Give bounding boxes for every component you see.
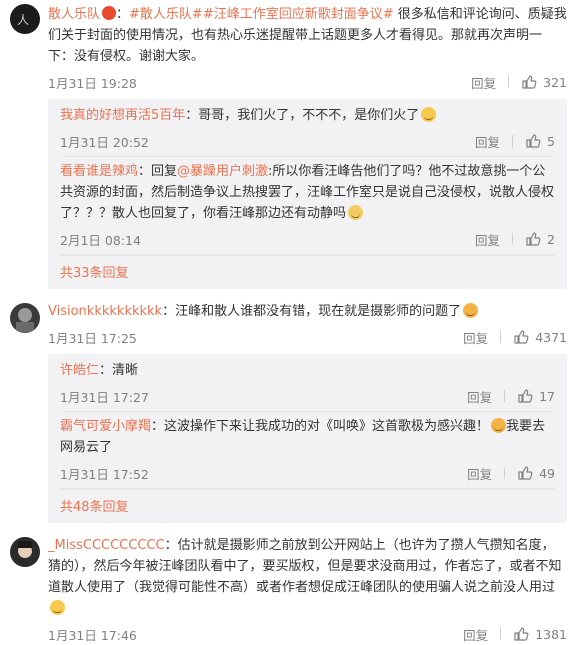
reply-button[interactable]: 回复 [471,73,496,92]
thumbs-up-icon [521,74,537,90]
divider [500,331,502,343]
divider [504,390,506,402]
sub-comment: 我真的好想再活5百年：哥哥，我们火了，不不不，是你们火了 1月31日 20:52… [60,101,555,157]
sub-comment-user[interactable]: 我真的好想再活5百年 [60,108,185,123]
thumbs-up-icon [513,329,529,345]
sub-comment: 许皓仁：清晰 1月31日 17:27 回复 17 [60,356,555,412]
comment: 人 散人乐队 ：#散人乐队##汪峰工作室回应新歌封面争议# 很多私信和评论询问、质… [0,0,579,289]
svg-text:人: 人 [17,13,29,27]
reply-button[interactable]: 回复 [475,230,500,249]
sub-comment-time: 1月31日 17:27 [60,389,149,405]
divider [508,76,510,88]
mention-link[interactable]: @暴躁用户刺激 [177,164,268,179]
more-replies-link[interactable]: 共33条回复 [60,255,555,289]
sub-comment: 霸气可爱小摩羯：这波操作下来让我成功的对《叫唤》这首歌极为感兴趣！ 我要去网易云了… [60,412,555,489]
like-button[interactable]: 2 [525,231,555,247]
reply-button[interactable]: 回复 [463,328,488,347]
sub-comment-time: 1月31日 17:52 [60,466,149,482]
avatar-photo-icon [16,308,34,333]
laugh-emoji-icon [50,600,65,615]
reply-button[interactable]: 回复 [467,464,492,483]
divider [504,467,506,479]
topic-link[interactable]: #散人乐队# [129,7,203,22]
divider [512,135,514,147]
cat-emoji-icon [491,418,507,433]
divider [500,628,502,640]
avatar[interactable]: 人 [10,4,40,34]
comment-user[interactable]: Visionkkkkkkkkkk [48,304,162,319]
sub-comment-text: ：这波操作下来让我成功的对《叫唤》这首歌极为感兴趣！ [151,419,490,434]
sub-comment-list: 我真的好想再活5百年：哥哥，我们火了，不不不，是你们火了 1月31日 20:52… [48,99,567,289]
sub-comment-user[interactable]: 许皓仁 [60,363,99,378]
thumbs-up-icon [517,388,533,404]
like-count: 321 [543,74,567,90]
sweat-emoji-icon [348,205,364,220]
avatar-photo-icon [10,537,40,567]
comment-time: 1月31日 19:28 [48,75,137,91]
avatar[interactable] [10,537,40,567]
thumbs-up-icon [517,465,533,481]
like-button[interactable]: 321 [521,74,567,90]
comment-time: 1月31日 17:25 [48,330,137,346]
comment-user[interactable]: 散人乐队 [48,7,100,22]
avatar[interactable] [10,303,40,333]
like-count: 4371 [535,329,567,345]
divider [512,233,514,245]
comment: _MissCCCCCCCCC：估计就是摄影师之前放到公开网站上（也许为了攒人气攒… [0,531,579,645]
sub-comment-user[interactable]: 看看谁是辣鸡 [60,164,138,179]
sub-comment-time: 2月1日 08:14 [60,232,141,248]
sub-comment-text: ：哥哥，我们火了，不不不，是你们火了 [185,108,420,123]
like-count: 2 [547,231,555,247]
comment-text: 汪峰和散人谁都没有错，现在就是摄影师的问题了 [175,304,462,319]
sub-comment: 看看谁是辣鸡：回复@暴躁用户刺激:所以你看汪峰告他们了吗？他不过故意挑一个公共资… [60,157,555,255]
verified-badge-icon [102,6,117,20]
like-button[interactable]: 5 [525,133,555,149]
comment-time: 1月31日 17:46 [48,627,137,643]
like-count: 5 [547,133,555,149]
sub-comment-user[interactable]: 霸气可爱小摩羯 [60,419,151,434]
comment: Visionkkkkkkkkkk：汪峰和散人谁都没有错，现在就是摄影师的问题了 … [0,297,579,523]
reply-button[interactable]: 回复 [475,132,500,151]
thumbs-up-icon [525,231,541,247]
laugh-emoji-icon [421,107,437,122]
like-button[interactable]: 4371 [513,329,567,345]
sub-comment-list: 许皓仁：清晰 1月31日 17:27 回复 17 霸气可爱小摩羯：这波操作下来让… [48,354,567,523]
reply-button[interactable]: 回复 [463,625,488,644]
avatar-logo-icon: 人 [17,13,29,27]
cat-emoji-icon [463,303,479,318]
like-button[interactable]: 49 [517,465,555,481]
thumbs-up-icon [513,626,529,642]
like-button[interactable]: 17 [517,388,555,404]
like-count: 49 [539,465,555,481]
like-count: 1381 [535,626,567,642]
thumbs-up-icon [525,133,541,149]
like-count: 17 [539,388,555,404]
topic-link[interactable]: #汪峰工作室回应新歌封面争议# [203,7,394,22]
like-button[interactable]: 1381 [513,626,567,642]
comment-user[interactable]: _MissCCCCCCCCC [48,538,165,553]
sub-comment-time: 1月31日 20:52 [60,134,149,150]
reply-button[interactable]: 回复 [467,387,492,406]
more-replies-link[interactable]: 共48条回复 [60,489,555,523]
sub-comment-text: ：清晰 [99,363,139,378]
